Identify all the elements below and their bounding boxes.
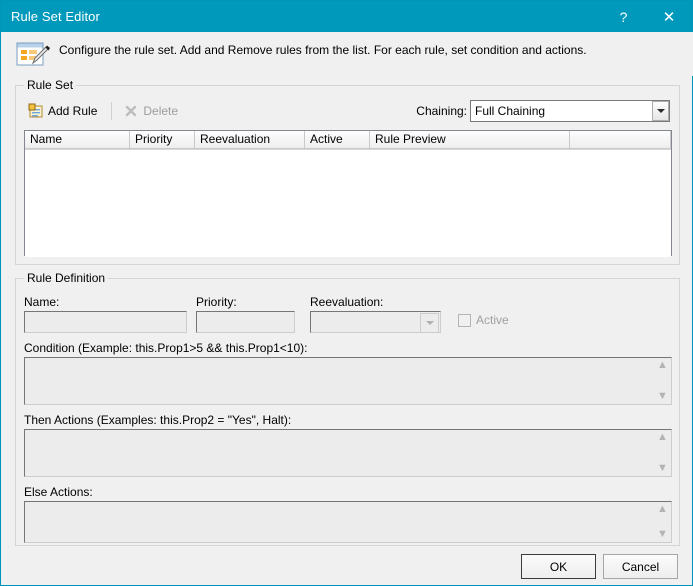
rules-listview-body[interactable] [25, 150, 671, 257]
active-label: Active [476, 313, 509, 327]
rule-editor-icon [16, 40, 50, 70]
window-title: Rule Set Editor [11, 9, 100, 24]
title-bar-buttons: ? ✕ [601, 1, 692, 32]
column-header-rule-preview[interactable]: Rule Preview [370, 131, 570, 149]
then-actions-scrollbar[interactable]: ▲ ▼ [654, 430, 671, 476]
title-bar: Rule Set Editor ? ✕ [1, 1, 692, 32]
name-input[interactable] [24, 311, 187, 333]
column-header-active[interactable]: Active [305, 131, 370, 149]
chevron-up-icon[interactable]: ▲ [657, 432, 668, 443]
active-checkbox[interactable]: Active [458, 313, 509, 327]
delete-label: Delete [143, 104, 179, 118]
chevron-down-icon[interactable] [420, 313, 439, 333]
then-actions-input[interactable]: ▲ ▼ [24, 429, 672, 477]
ok-button[interactable]: OK [521, 554, 596, 579]
chaining-select[interactable]: Full Chaining [470, 100, 670, 122]
chevron-down-icon[interactable] [652, 101, 669, 121]
delete-button[interactable]: Delete [119, 100, 185, 122]
condition-label: Condition (Example: this.Prop1>5 && this… [24, 341, 308, 355]
delete-x-icon [123, 103, 139, 119]
chevron-up-icon[interactable]: ▲ [657, 360, 668, 371]
rules-listview-header: Name Priority Reevaluation Active Rule P… [25, 131, 671, 150]
priority-label: Priority: [196, 295, 237, 309]
then-actions-label: Then Actions (Examples: this.Prop2 = "Ye… [24, 413, 292, 427]
name-label: Name: [24, 295, 60, 309]
checkbox-box [458, 313, 471, 327]
rule-set-toolbar: Add Rule Delete [24, 99, 185, 123]
toolbar-separator [111, 102, 113, 120]
chevron-down-icon[interactable]: ▼ [657, 463, 668, 474]
add-rule-label: Add Rule [48, 104, 98, 118]
help-button[interactable]: ? [601, 1, 646, 32]
reevaluation-label: Reevaluation: [310, 295, 384, 309]
rule-definition-group: Rule Definition Name: Priority: Reevalua… [15, 271, 680, 546]
header-description: Configure the rule set. Add and Remove r… [59, 43, 587, 57]
column-header-reevaluation[interactable]: Reevaluation [195, 131, 305, 149]
rules-listview[interactable]: Name Priority Reevaluation Active Rule P… [24, 130, 672, 257]
else-actions-input[interactable]: ▲ ▼ [24, 501, 672, 543]
reevaluation-select[interactable] [310, 311, 441, 333]
condition-input[interactable]: ▲ ▼ [24, 357, 672, 405]
add-rule-icon [28, 103, 44, 119]
condition-scrollbar[interactable]: ▲ ▼ [654, 358, 671, 404]
chaining-value: Full Chaining [475, 104, 546, 118]
add-rule-button[interactable]: Add Rule [24, 100, 104, 122]
column-header-filler[interactable] [570, 131, 671, 149]
close-button[interactable]: ✕ [646, 1, 692, 32]
header-band: Configure the rule set. Add and Remove r… [2, 32, 693, 76]
priority-input[interactable] [196, 311, 295, 333]
rule-definition-group-title: Rule Definition [24, 271, 109, 285]
chevron-down-icon[interactable]: ▼ [657, 529, 668, 540]
else-actions-scrollbar[interactable]: ▲ ▼ [654, 502, 671, 542]
column-header-priority[interactable]: Priority [130, 131, 195, 149]
rule-set-editor-dialog: Rule Set Editor ? ✕ Configure the rule s… [0, 0, 693, 586]
else-actions-label: Else Actions: [24, 485, 93, 499]
cancel-button[interactable]: Cancel [603, 554, 678, 579]
rule-set-group-title: Rule Set [24, 78, 77, 92]
chevron-down-icon[interactable]: ▼ [657, 391, 668, 402]
chaining-label: Chaining: [416, 104, 467, 118]
chevron-up-icon[interactable]: ▲ [657, 504, 668, 515]
rule-set-group: Rule Set Add Rule Delete Chaining: Full … [15, 78, 680, 265]
column-header-name[interactable]: Name [25, 131, 130, 149]
